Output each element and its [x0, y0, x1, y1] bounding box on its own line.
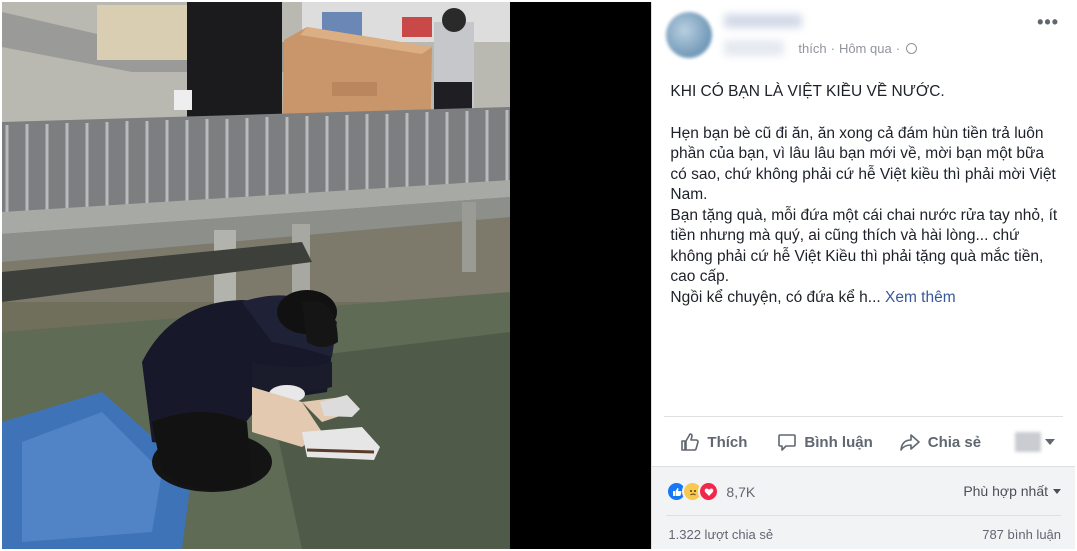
divider — [666, 515, 1062, 516]
thumbs-up-icon — [681, 433, 700, 451]
see-more-link[interactable]: Xem thêm — [885, 289, 956, 306]
post-paragraph: Hẹn bạn bè cũ đi ăn, ăn xong cả đám hùn … — [670, 124, 1056, 204]
comment-count[interactable]: 787 bình luận — [982, 527, 1061, 542]
post-panel: thích · Hôm qua · ••• KHI CÓ BẠN LÀ VIỆT… — [651, 2, 1076, 549]
post-paragraph: Bạn tặng quà, mỗi đứa một cái chai nước … — [670, 206, 1058, 286]
meta-like-word: thích — [798, 41, 827, 56]
chevron-down-icon — [1053, 488, 1062, 494]
comment-label: Bình luận — [804, 433, 873, 451]
like-label: Thích — [707, 433, 748, 451]
comment-icon — [778, 434, 797, 451]
sort-label: Phù hợp nhất — [963, 483, 1049, 499]
reactions-bar: 8,7K Phù hợp nhất 1.322 lượt chia sẻ 787… — [652, 467, 1076, 549]
comment-button[interactable]: Bình luận — [777, 432, 873, 452]
author-subtitle-blurred — [724, 40, 785, 56]
more-horizontal-icon[interactable]: ••• — [1037, 13, 1059, 31]
reaction-count: 8,7K — [726, 483, 756, 500]
post-meta: thích · Hôm qua · — [798, 41, 918, 56]
photo-illustration — [2, 2, 510, 549]
globe-icon — [906, 43, 918, 54]
page-selector[interactable] — [1015, 432, 1056, 452]
comment-sort-dropdown[interactable]: Phù hợp nhất — [963, 483, 1062, 499]
chevron-down-icon — [1045, 439, 1056, 445]
action-bar: Thích Bình luận Chia sẻ — [664, 422, 1063, 462]
share-button[interactable]: Chia sẻ — [899, 432, 981, 452]
photo-viewer: thích · Hôm qua · ••• KHI CÓ BẠN LÀ VIỆT… — [2, 2, 1076, 549]
post-truncated-text: Ngồi kể chuyện, có đứa kể h... — [670, 288, 881, 306]
meta-separator: · — [830, 41, 835, 56]
page-thumbnail — [1015, 432, 1042, 452]
post-last-line: Ngồi kể chuyện, có đứa kể h... Xem thêm — [670, 288, 1062, 309]
post-text: KHI CÓ BẠN LÀ VIỆT KIỀU VỀ NƯỚC. Hẹn bạn… — [670, 82, 1062, 308]
love-reaction-icon — [698, 481, 720, 502]
reactions-summary[interactable]: 8,7K — [666, 481, 755, 502]
post-title: KHI CÓ BẠN LÀ VIỆT KIỀU VỀ NƯỚC. — [670, 83, 945, 100]
post-time[interactable]: Hôm qua — [839, 41, 892, 56]
meta-separator: · — [895, 41, 901, 56]
divider — [664, 416, 1064, 417]
like-button[interactable]: Thích — [680, 432, 747, 452]
avatar[interactable] — [666, 12, 713, 58]
author-name-blurred[interactable] — [724, 14, 803, 28]
share-label: Chia sẻ — [927, 433, 982, 451]
share-arrow-icon — [899, 434, 920, 451]
post-photo[interactable] — [2, 2, 510, 549]
share-count[interactable]: 1.322 lượt chia sẻ — [668, 527, 773, 542]
viewer-gap — [509, 2, 652, 549]
